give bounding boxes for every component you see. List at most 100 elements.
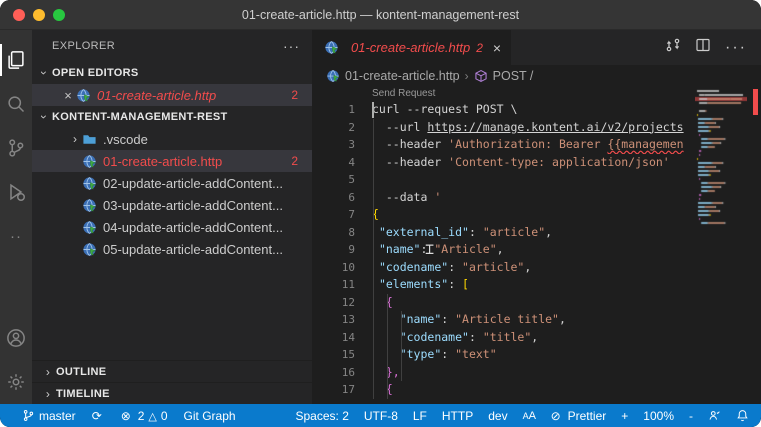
tree-item-label: 03-update-article-addContent... [103, 197, 283, 213]
send-request-codelens[interactable]: Send Request [372, 88, 435, 99]
line-number: 17 [341, 383, 355, 396]
problems-badge: 2 [291, 154, 298, 168]
warning-icon: △ [148, 410, 157, 423]
status-lf[interactable]: LF [413, 409, 427, 423]
tree-item--vscode[interactable]: › .vscode [32, 128, 312, 150]
code-line-12[interactable]: 12 { [312, 294, 695, 312]
tree-item-03-update-article-addcontent-[interactable]: 03-update-article-addContent... [32, 194, 312, 216]
code-line-17[interactable]: 17 { [312, 381, 695, 399]
code-line-1[interactable]: 1 curl --request POST \ [312, 101, 695, 119]
line-number: 9 [348, 243, 355, 256]
code-line-15[interactable]: 15 "type": "text" [312, 346, 695, 364]
tree-item-label: 04-update-article-addContent... [103, 219, 283, 235]
line-number: 10 [341, 260, 355, 274]
activity-accounts-icon[interactable] [0, 316, 32, 360]
line-number: 3 [348, 138, 355, 151]
line-number: 7 [348, 208, 355, 221]
line-number: 8 [348, 225, 355, 239]
status-git-graph[interactable]: Git Graph [184, 409, 236, 423]
status-utf-8[interactable]: UTF-8 [364, 409, 398, 423]
code-line-13[interactable]: 13 "name": "Article title", [312, 311, 695, 329]
breadcrumb-symbol[interactable]: POST / [493, 69, 534, 83]
timeline-section-header[interactable]: › TIMELINE [32, 382, 312, 404]
indent-guide [401, 311, 402, 381]
close-editor-icon[interactable]: × [60, 88, 76, 103]
open-editor-item[interactable]: × 01-create-article.http 2 [32, 84, 312, 106]
line-number: 13 [341, 313, 355, 326]
code-line-6[interactable]: 6 --data ' [312, 189, 695, 207]
line-number: 1 [348, 103, 355, 116]
activity-source-control-icon[interactable] [0, 126, 32, 170]
http-file-icon [82, 242, 97, 257]
activity-settings-icon[interactable] [0, 360, 32, 404]
outline-section-header[interactable]: › OUTLINE [32, 360, 312, 382]
overview-ruler[interactable] [747, 87, 761, 404]
open-editors-header[interactable]: › OPEN EDITORS [32, 62, 312, 84]
code-line-4[interactable]: 4 --header 'Content-type: application/js… [312, 154, 695, 172]
line-number: 15 [341, 348, 355, 361]
folder-icon [82, 132, 97, 147]
line-number: 5 [348, 173, 355, 186]
breadcrumb-file[interactable]: 01-create-article.http [345, 69, 460, 83]
tree-item-04-update-article-addcontent-[interactable]: 04-update-article-addContent... [32, 216, 312, 238]
status-100%[interactable]: 100% [643, 409, 674, 423]
status-prettier[interactable]: ⊘ Prettier [551, 409, 607, 423]
tree-item-02-update-article-addcontent-[interactable]: 02-update-article-addContent... [32, 172, 312, 194]
activity-more-views-icon[interactable]: ·· [0, 214, 32, 258]
http-file-icon [76, 88, 91, 103]
editor-group: 01-create-article.http 2 × ··· 01-create… [312, 30, 761, 404]
split-editor-icon[interactable] [695, 37, 711, 58]
status-master[interactable]: master [22, 409, 76, 423]
http-file-icon [82, 176, 97, 191]
activity-explorer-icon[interactable] [0, 38, 32, 82]
code-line-10[interactable]: 10 "codename": "article", [312, 259, 695, 277]
font-size-icon: AA [522, 409, 536, 422]
compare-changes-icon[interactable] [665, 37, 681, 58]
http-file-icon [82, 198, 97, 213]
status-font-size[interactable]: AA [523, 409, 536, 422]
close-tab-icon[interactable]: × [493, 40, 501, 56]
chevron-right-icon: › [45, 364, 51, 379]
activity-search-icon[interactable] [0, 82, 32, 126]
status-bell[interactable] [736, 409, 749, 422]
prettier-icon: ⊘ [550, 408, 561, 423]
code-line-5[interactable]: 5 [312, 171, 695, 189]
code-line-16[interactable]: 16 }, [312, 364, 695, 382]
status-2[interactable]: ⊗ 2 △ 0 [121, 409, 168, 423]
workspace-folder-header[interactable]: › KONTENT-MANAGEMENT-REST [32, 106, 312, 128]
tab-01-create-article[interactable]: 01-create-article.http 2 × [312, 30, 512, 65]
views-and-more-actions-icon[interactable]: ··· [283, 38, 300, 54]
code-line-3[interactable]: 3 --header 'Authorization: Bearer {{mana… [312, 136, 695, 154]
code-editor[interactable]: Send Request 1 curl --request POST \ 2 --u… [312, 87, 761, 404]
status--[interactable]: - [689, 409, 693, 423]
http-file-icon [326, 69, 340, 83]
code-line-7[interactable]: 7{ [312, 206, 695, 224]
status-bar: master ⟳ ⊗ 2 △ 0 Git Graph Spaces: 2 UTF-8 LF HTT… [0, 404, 761, 427]
tree-item-05-update-article-addcontent-[interactable]: 05-update-article-addContent... [32, 238, 312, 260]
feedback-icon [708, 409, 721, 422]
status-feedback[interactable] [708, 409, 721, 422]
chevron-right-icon: › [45, 386, 51, 401]
line-number: 12 [341, 295, 355, 309]
status-spaces-2[interactable]: Spaces: 2 [296, 409, 349, 423]
branch-icon [22, 409, 35, 422]
tree-item-01-create-article-http[interactable]: 01-create-article.http 2 [32, 150, 312, 172]
code-line-9[interactable]: 9 "name": "Article", [312, 241, 695, 259]
activity-run-debug-icon[interactable] [0, 170, 32, 214]
code-line-11[interactable]: 11 "elements": [ [312, 276, 695, 294]
bell-icon [736, 409, 749, 422]
more-actions-icon[interactable]: ··· [725, 39, 747, 57]
status-sync[interactable]: ⟳ [92, 409, 105, 423]
tree-item-label: 01-create-article.http [103, 153, 223, 169]
code-line-14[interactable]: 14 "codename": "title", [312, 329, 695, 347]
title-bar: 01-create-article.http — kontent-managem… [0, 0, 761, 30]
status-http[interactable]: HTTP [442, 409, 473, 423]
code-line-2[interactable]: 2 --url https://manage.kontent.ai/v2/pro… [312, 119, 695, 137]
indent-guide [373, 119, 374, 399]
status-+[interactable]: + [621, 409, 628, 423]
line-number: 16 [341, 365, 355, 379]
status-dev[interactable]: dev [488, 409, 507, 423]
line-number: 11 [341, 278, 355, 291]
code-line-8[interactable]: 8 "external_id": "article", [312, 224, 695, 242]
minimap[interactable] [695, 87, 747, 404]
